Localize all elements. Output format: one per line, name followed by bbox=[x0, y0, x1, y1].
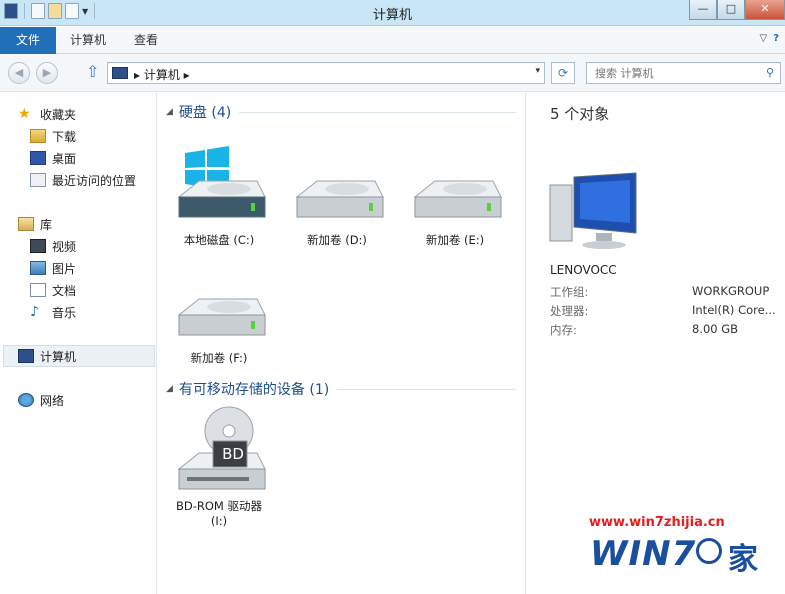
group-divider bbox=[239, 111, 516, 113]
property-value-workgroup: WORKGROUP bbox=[692, 284, 770, 298]
sidebar-item-label: 下载 bbox=[52, 129, 77, 144]
drive-item-f[interactable]: 新加卷 (F:) bbox=[164, 263, 274, 366]
group-header-hard-disks[interactable]: ◢ 硬盘 (4) bbox=[166, 102, 516, 122]
sidebar-item-label: 计算机 bbox=[40, 349, 77, 364]
sidebar-item-music[interactable]: ♪ 音乐 bbox=[30, 303, 76, 321]
watermark-logo: WIN7 家 bbox=[590, 534, 770, 580]
help-icon[interactable]: ? bbox=[773, 33, 779, 44]
drive-label: 新加卷 (E:) bbox=[425, 233, 485, 247]
sidebar-item-favorites[interactable]: ★ 收藏夹 bbox=[18, 105, 76, 123]
property-label-processor: 处理器: bbox=[550, 304, 589, 318]
drive-item-c[interactable]: 本地磁盘 (C:) bbox=[164, 145, 274, 248]
sidebar-item-network[interactable]: 网络 bbox=[18, 391, 64, 409]
computer-name: LENOVOCC bbox=[550, 263, 617, 277]
drive-label: BD-ROM 驱动器 (I:) bbox=[164, 499, 274, 529]
sidebar-item-libraries[interactable]: 库 bbox=[18, 215, 52, 233]
tab-file[interactable]: 文件 bbox=[0, 27, 56, 54]
documents-icon bbox=[30, 283, 46, 297]
watermark-url: www.win7zhijia.cn bbox=[589, 515, 725, 530]
group-title: 有可移动存储的设备 (1) bbox=[178, 382, 330, 398]
drive-item-d[interactable]: 新加卷 (D:) bbox=[282, 145, 392, 248]
sidebar-item-label: 网络 bbox=[40, 393, 65, 408]
search-input[interactable] bbox=[587, 63, 757, 83]
address-bar[interactable]: ▸ 计算机 ▸ ▾ bbox=[107, 62, 545, 84]
downloads-folder-icon bbox=[30, 129, 46, 143]
file-list: ◢ 硬盘 (4) 本地磁盘 (C:) 新加卷 (D:) 新加卷 (E:) 新加卷… bbox=[158, 93, 524, 594]
ribbon-tabs: 文件 计算机 查看 ▽ ? bbox=[0, 27, 785, 54]
window-title: 计算机 bbox=[372, 8, 412, 23]
refresh-button[interactable]: ⟳ bbox=[551, 62, 575, 84]
sidebar-item-label: 图片 bbox=[52, 261, 77, 276]
expand-ribbon-icon[interactable]: ▽ bbox=[759, 33, 767, 44]
sidebar-item-label: 库 bbox=[40, 217, 53, 232]
star-icon: ★ bbox=[18, 106, 31, 122]
video-icon bbox=[30, 239, 46, 253]
pictures-icon bbox=[30, 261, 46, 275]
ribbon-controls: ▽ ? bbox=[759, 33, 779, 44]
group-title: 硬盘 (4) bbox=[178, 105, 232, 121]
minimize-button[interactable]: — bbox=[689, 0, 717, 20]
sidebar-item-computer[interactable]: 计算机 bbox=[3, 345, 155, 367]
computer-icon bbox=[112, 67, 128, 79]
computer-monitor-icon bbox=[549, 172, 637, 249]
watermark-logo-suffix: 家 bbox=[728, 542, 758, 577]
hard-drive-icon bbox=[295, 180, 384, 218]
navigation-bar: ◀ ▶ ⇧ ▸ 计算机 ▸ ▾ ⟳ ⚲ bbox=[0, 54, 785, 92]
sidebar-item-recent-places[interactable]: 最近访问的位置 bbox=[30, 171, 136, 189]
desktop-icon bbox=[30, 151, 46, 165]
network-icon bbox=[18, 393, 34, 407]
drive-item-e[interactable]: 新加卷 (E:) bbox=[400, 145, 510, 248]
drive-label-letter: (I:) bbox=[210, 514, 228, 528]
drive-label-line: BD-ROM 驱动器 bbox=[175, 499, 262, 513]
sidebar-item-label: 最近访问的位置 bbox=[52, 173, 137, 188]
close-button[interactable]: ✕ bbox=[745, 0, 785, 20]
bd-badge: BD bbox=[222, 445, 244, 463]
sidebar-item-downloads[interactable]: 下载 bbox=[30, 127, 76, 145]
breadcrumb[interactable]: ▸ 计算机 ▸ bbox=[134, 66, 190, 83]
property-label-memory: 内存: bbox=[550, 323, 577, 337]
back-button[interactable]: ◀ bbox=[8, 62, 30, 84]
sidebar-item-label: 桌面 bbox=[52, 151, 77, 166]
sidebar-item-documents[interactable]: 文档 bbox=[30, 281, 76, 299]
watermark-logo-text: WIN7 bbox=[590, 534, 697, 574]
hard-drive-icon bbox=[413, 180, 502, 218]
group-header-removable[interactable]: ◢ 有可移动存储的设备 (1) bbox=[166, 379, 516, 399]
sidebar-item-label: 视频 bbox=[52, 239, 77, 254]
tab-view[interactable]: 查看 bbox=[120, 27, 172, 54]
address-history-dropdown[interactable]: ▾ bbox=[535, 66, 540, 76]
search-box: ⚲ bbox=[586, 62, 781, 84]
sidebar-item-label: 文档 bbox=[52, 283, 77, 298]
window-controls: — □ ✕ bbox=[689, 0, 785, 20]
search-icon[interactable]: ⚲ bbox=[766, 66, 774, 79]
maximize-button[interactable]: □ bbox=[717, 0, 745, 20]
sidebar-item-label: 音乐 bbox=[52, 305, 77, 320]
collapse-triangle-icon[interactable]: ◢ bbox=[166, 107, 173, 117]
sidebar-item-pictures[interactable]: 图片 bbox=[30, 259, 76, 277]
property-value-memory: 8.00 GB bbox=[692, 322, 739, 336]
system-drive-icon bbox=[177, 146, 266, 218]
recent-places-icon bbox=[30, 173, 46, 187]
forward-button[interactable]: ▶ bbox=[36, 62, 58, 84]
windows-orb-icon bbox=[696, 538, 722, 564]
sidebar-item-videos[interactable]: 视频 bbox=[30, 237, 76, 255]
library-icon bbox=[18, 217, 34, 231]
music-note-icon: ♪ bbox=[30, 304, 39, 320]
drive-label: 新加卷 (F:) bbox=[190, 351, 248, 365]
property-value-processor: Intel(R) Core... bbox=[692, 303, 776, 317]
tab-computer[interactable]: 计算机 bbox=[56, 27, 120, 54]
item-count: 5 个对象 bbox=[550, 105, 610, 123]
drive-label: 新加卷 (D:) bbox=[307, 233, 367, 247]
drive-label: 本地磁盘 (C:) bbox=[183, 233, 255, 247]
computer-icon bbox=[18, 349, 34, 363]
property-label-workgroup: 工作组: bbox=[550, 285, 589, 299]
sidebar-item-desktop[interactable]: 桌面 bbox=[30, 149, 76, 167]
sidebar-item-label: 收藏夹 bbox=[40, 107, 77, 122]
up-arrow-icon[interactable]: ⇧ bbox=[86, 62, 99, 81]
title-bar: ▼ 计算机 — □ ✕ bbox=[0, 0, 785, 26]
drive-item-bd-rom[interactable]: BD BD-ROM 驱动器 (I:) bbox=[164, 405, 274, 529]
group-divider bbox=[337, 388, 516, 390]
hard-drive-icon bbox=[177, 298, 266, 336]
collapse-triangle-icon[interactable]: ◢ bbox=[166, 384, 173, 394]
navigation-pane: ★ 收藏夹 下载 桌面 最近访问的位置 库 视频 图片 文档 ♪ 音乐 计算机 … bbox=[0, 93, 157, 594]
